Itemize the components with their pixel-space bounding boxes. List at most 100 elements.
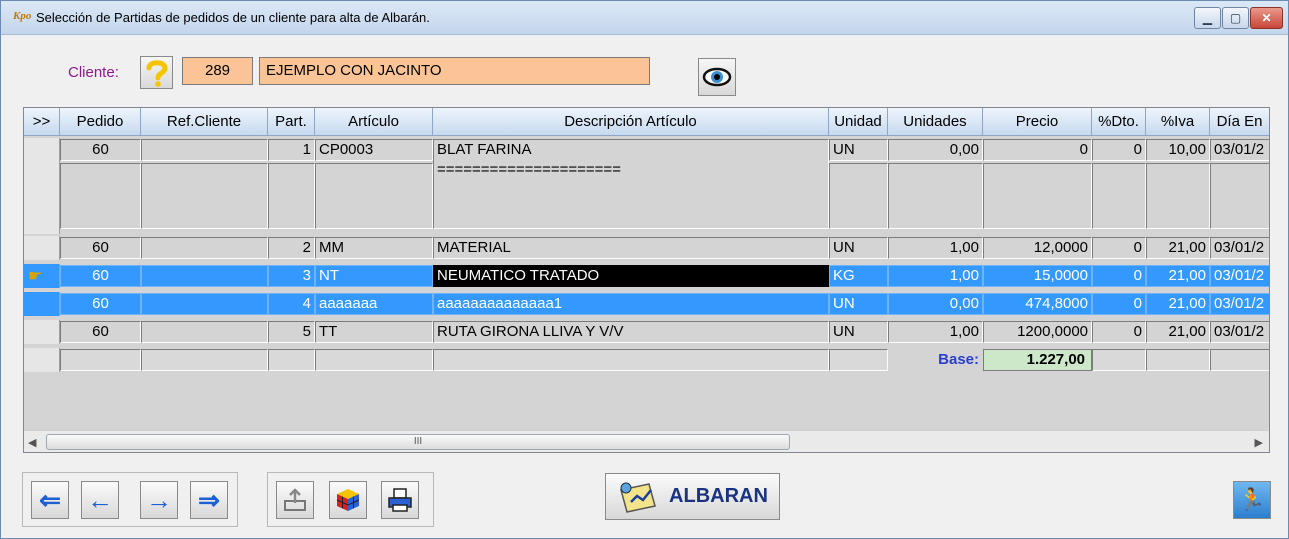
cell-dia[interactable]: 03/01/2 [1210,237,1269,259]
cell-ref[interactable] [141,265,268,287]
cell-unidad[interactable]: UN [829,321,888,343]
cell-iva[interactable]: 21,00 [1146,265,1210,287]
column-header-iva[interactable]: %Iva [1146,108,1210,136]
cell-pedido[interactable]: 60 [60,139,141,161]
cell-iva[interactable]: 10,00 [1146,139,1210,161]
cube-button[interactable] [329,481,367,519]
cell-unidad[interactable]: KG [829,265,888,287]
table-row[interactable]: 60 4 aaaaaaa aaaaaaaaaaaaaa1 UN 0,00 474,8000 0… [24,292,1269,316]
cell-unidades[interactable]: 1,00 [888,237,983,259]
cell-dto[interactable]: 0 [1092,321,1146,343]
cell-ref[interactable] [141,293,268,315]
cell-pedido[interactable]: 60 [60,293,141,315]
cell-empty[interactable] [268,163,315,229]
scroll-thumb[interactable]: III [46,434,790,450]
client-name-field[interactable]: EJEMPLO CON JACINTO [259,57,650,85]
column-header-dia[interactable]: Día En [1210,108,1269,136]
cell-unidades[interactable]: 1,00 [888,321,983,343]
row-indicator[interactable] [24,138,60,234]
cell-part[interactable]: 4 [268,293,315,315]
row-indicator[interactable] [24,236,60,260]
cell-dto[interactable]: 0 [1092,265,1146,287]
view-button[interactable] [698,58,736,96]
cell-articulo[interactable]: aaaaaaa [315,293,433,315]
cell-dto[interactable]: 0 [1092,139,1146,161]
horizontal-scrollbar[interactable]: ◀ III ▶ [24,430,1269,452]
cell-empty[interactable] [315,163,433,229]
cell-empty[interactable] [60,163,141,229]
cell-unidades[interactable]: 0,00 [888,139,983,161]
column-header-articulo[interactable]: Artículo [315,108,433,136]
cell-precio[interactable]: 1200,0000 [983,321,1092,343]
cell-iva[interactable]: 21,00 [1146,321,1210,343]
cell-descripcion[interactable]: MATERIAL [433,237,829,259]
cell-descripcion[interactable]: RUTA GIRONA LLIVA Y V/V [433,321,829,343]
cell-articulo[interactable]: NT [315,265,433,287]
table-row[interactable]: ☛ 60 3 NT NEUMATICO TRATADO KG 1,00 15,0000 0 21,… [24,264,1269,288]
cell-articulo[interactable]: TT [315,321,433,343]
cell-ref[interactable] [141,237,268,259]
row-indicator-header[interactable]: >> [24,108,60,136]
table-row[interactable]: 60 5 TT RUTA GIRONA LLIVA Y V/V UN 1,00 1200,0… [24,320,1269,344]
first-record-button[interactable]: ⇐ [31,481,69,519]
cell-precio[interactable]: 0 [983,139,1092,161]
row-indicator[interactable] [24,292,60,316]
cell-ref[interactable] [141,321,268,343]
scroll-left-icon[interactable]: ◀ [28,436,36,449]
previous-record-button[interactable]: ← [81,481,119,519]
cell-descripcion[interactable]: BLAT FARINA ===================== [433,139,829,229]
column-header-unidad[interactable]: Unidad [829,108,888,136]
column-header-ref[interactable]: Ref.Cliente [141,108,268,136]
albaran-button[interactable]: ALBARAN [605,473,780,520]
cell-part[interactable]: 1 [268,139,315,161]
row-indicator[interactable] [24,320,60,344]
cell-dto[interactable]: 0 [1092,237,1146,259]
maximize-button[interactable]: ▢ [1222,7,1249,29]
export-button[interactable] [276,481,314,519]
print-button[interactable] [381,481,419,519]
cell-dia[interactable]: 03/01/2 [1210,265,1269,287]
column-header-part[interactable]: Part. [268,108,315,136]
cell-empty[interactable] [829,163,888,229]
cell-articulo[interactable]: CP0003 [315,139,433,161]
cell-pedido[interactable]: 60 [60,237,141,259]
client-code-field[interactable]: 289 [182,57,253,85]
column-header-dto[interactable]: %Dto. [1092,108,1146,136]
order-lines-grid[interactable]: >> Pedido Ref.Cliente Part. Artículo Descripc… [23,107,1270,453]
cell-unidades[interactable]: 1,00 [888,265,983,287]
cell-iva[interactable]: 21,00 [1146,293,1210,315]
cell-dia[interactable]: 03/01/2 [1210,293,1269,315]
table-row[interactable]: 60 2 MM MATERIAL UN 1,00 12,0000 0 21,00 03/01/2 [24,236,1269,260]
cell-part[interactable]: 2 [268,237,315,259]
client-search-button[interactable] [140,56,173,89]
cell-empty[interactable] [1092,163,1146,229]
cell-precio[interactable]: 12,0000 [983,237,1092,259]
close-button[interactable]: ✕ [1250,7,1283,29]
cell-unidad[interactable]: UN [829,139,888,161]
cell-articulo[interactable]: MM [315,237,433,259]
cell-pedido[interactable]: 60 [60,265,141,287]
cell-unidades[interactable]: 0,00 [888,293,983,315]
cell-empty[interactable] [141,163,268,229]
cell-precio[interactable]: 474,8000 [983,293,1092,315]
cell-empty[interactable] [983,163,1092,229]
minimize-button[interactable]: ▁ [1194,7,1221,29]
cell-dto[interactable]: 0 [1092,293,1146,315]
column-header-unidades[interactable]: Unidades [888,108,983,136]
table-row[interactable]: 60 1 CP0003 BLAT FARINA ====================… [24,138,1269,234]
cell-ref[interactable] [141,139,268,161]
exit-button[interactable]: 🏃 [1233,481,1271,519]
cell-dia[interactable]: 03/01/2 [1210,139,1269,161]
cell-empty[interactable] [1210,163,1269,229]
cell-unidad[interactable]: UN [829,293,888,315]
cell-part[interactable]: 5 [268,321,315,343]
cell-descripcion[interactable]: NEUMATICO TRATADO [433,265,829,287]
last-record-button[interactable]: ⇒ [190,481,228,519]
column-header-descripcion[interactable]: Descripción Artículo [433,108,829,136]
row-indicator[interactable]: ☛ [24,264,60,288]
column-header-pedido[interactable]: Pedido [60,108,141,136]
cell-dia[interactable]: 03/01/2 [1210,321,1269,343]
cell-part[interactable]: 3 [268,265,315,287]
cell-descripcion[interactable]: aaaaaaaaaaaaaa1 [433,293,829,315]
column-header-precio[interactable]: Precio [983,108,1092,136]
